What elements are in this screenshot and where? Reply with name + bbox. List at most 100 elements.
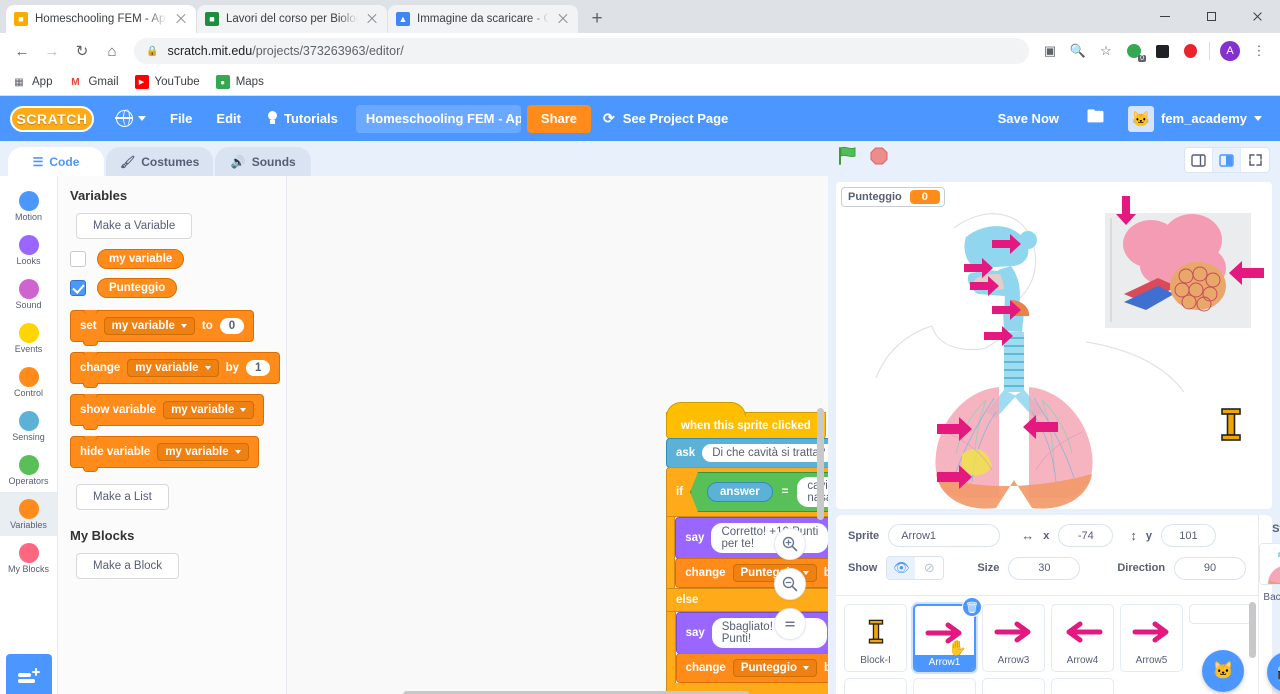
bookmark-gmail[interactable]: M Gmail — [68, 75, 118, 89]
back-button[interactable]: ← — [8, 37, 36, 65]
account-menu[interactable]: 🐱 fem_academy — [1120, 105, 1270, 132]
menu-edit[interactable]: Edit — [204, 96, 253, 141]
eye-icon[interactable]: 👁 — [887, 557, 916, 579]
variable-pill[interactable]: my variable — [97, 249, 185, 269]
make-a-list-button[interactable]: Make a List — [76, 484, 169, 510]
if-header[interactable]: if answer = cavità nasale then — [666, 467, 828, 517]
direction-input[interactable]: 90 — [1174, 556, 1247, 580]
canvas-vertical-scrollbar[interactable] — [817, 408, 824, 520]
sprite-list[interactable]: Block-I 🗑 Arrow1 ✋ Arrow3 Arrow4 Arrow5 … — [836, 596, 1258, 694]
forward-button[interactable]: → — [38, 37, 66, 65]
variable-dropdown[interactable]: Punteggio — [732, 659, 818, 677]
close-window-button[interactable] — [1234, 0, 1280, 33]
menu-tutorials[interactable]: Tutorials — [253, 96, 350, 141]
category-control[interactable]: Control — [0, 360, 57, 404]
kebab-menu-icon[interactable]: ⋮ — [1246, 38, 1272, 64]
browser-tab-3[interactable]: ▲ Immagine da scaricare - Google — [388, 5, 578, 33]
maximize-button[interactable] — [1188, 0, 1234, 33]
value-input[interactable]: 0 — [219, 318, 245, 334]
add-backdrop-icon[interactable]: 📷 — [1267, 652, 1280, 692]
block-palette[interactable]: Variables Make a Variable my variable Pu… — [58, 176, 287, 694]
y-input[interactable]: 101 — [1160, 524, 1216, 547]
category-variables[interactable]: Variables — [0, 492, 57, 536]
eye-slash-icon[interactable]: ⊘ — [915, 557, 943, 579]
zoom-icon[interactable]: 🔍 — [1065, 38, 1091, 64]
category-looks[interactable]: Looks — [0, 228, 57, 272]
extension-puzzle-icon[interactable] — [1149, 38, 1175, 64]
value-input[interactable]: 1 — [245, 360, 271, 376]
x-input[interactable]: -74 — [1058, 524, 1114, 547]
folder-icon[interactable]: 🖿 — [1075, 96, 1116, 141]
reporter-answer[interactable]: answer — [707, 482, 773, 502]
translate-icon[interactable]: ▣ — [1037, 38, 1063, 64]
variable-checkbox[interactable] — [70, 251, 86, 267]
sprite-name-input[interactable]: Arrow1 — [888, 524, 1001, 547]
category-my-blocks[interactable]: My Blocks — [0, 536, 57, 580]
zoom-in-icon[interactable] — [774, 528, 806, 560]
ask-prompt-input[interactable]: Di che cavità si tratta? — [702, 444, 828, 462]
variable-dropdown[interactable]: my variable — [163, 401, 255, 419]
language-selector[interactable] — [104, 96, 158, 141]
browser-tab-1[interactable]: ■ Homeschooling FEM - Apparato — [6, 5, 196, 33]
size-input[interactable]: 30 — [1008, 556, 1081, 580]
new-tab-button[interactable]: + — [583, 5, 611, 33]
trash-icon[interactable]: 🗑 — [962, 597, 982, 617]
save-now-button[interactable]: Save Now — [986, 111, 1071, 126]
sprite-tile-arrow5[interactable]: Arrow5 — [1120, 604, 1183, 672]
close-icon[interactable] — [174, 12, 188, 26]
sprite-tile-row2-2[interactable] — [844, 678, 907, 694]
tab-sounds[interactable]: 🔊 Sounds — [215, 147, 312, 176]
code-canvas[interactable]: when this sprite clicked ask Di che cavi… — [287, 176, 828, 694]
green-flag-icon[interactable] — [838, 146, 858, 168]
menu-file[interactable]: File — [158, 96, 204, 141]
opera-icon[interactable] — [1177, 38, 1203, 64]
stage[interactable]: Punteggio 0 — [836, 182, 1272, 509]
stage-thumbnail[interactable] — [1259, 543, 1280, 585]
sprite-tile-row2-3[interactable] — [913, 678, 976, 694]
make-a-variable-button[interactable]: Make a Variable — [76, 213, 193, 239]
category-motion[interactable]: Motion — [0, 184, 57, 228]
bookmark-youtube[interactable]: ▶ YouTube — [134, 75, 200, 89]
close-icon[interactable] — [556, 12, 570, 26]
zoom-reset-icon[interactable] — [774, 608, 806, 640]
sprite-list-scrollbar[interactable] — [1249, 602, 1257, 658]
share-button[interactable]: Share — [526, 104, 592, 133]
scratch-logo[interactable]: SCRATCH — [10, 105, 94, 132]
sprite-tile-block-i[interactable]: Block-I — [844, 604, 907, 672]
avatar[interactable]: A — [1220, 41, 1240, 61]
variable-row-my-variable[interactable]: my variable — [70, 249, 286, 269]
fullscreen-icon[interactable] — [1241, 148, 1269, 172]
palette-block-change-variable[interactable]: change my variable by 1 — [70, 352, 281, 388]
variable-checkbox[interactable] — [70, 280, 86, 296]
variable-dropdown[interactable]: my variable — [103, 317, 195, 335]
script-stack[interactable]: when this sprite clicked ask Di che cavi… — [666, 402, 828, 694]
bookmark-maps[interactable]: ● Maps — [215, 75, 264, 89]
block-equals-operator[interactable]: answer = cavità nasale — [690, 472, 828, 512]
zoom-out-icon[interactable] — [774, 568, 806, 600]
block-ask-and-wait[interactable]: ask Di che cavità si tratta? and wait — [666, 438, 828, 468]
close-icon[interactable] — [365, 12, 379, 26]
stage-pane[interactable]: Stage Backdrops 2 � — [1258, 515, 1280, 694]
add-extension-icon[interactable] — [6, 654, 52, 694]
small-stage-icon[interactable] — [1185, 148, 1213, 172]
block-change-punteggio-minus[interactable]: change Punteggio by -10 — [675, 653, 828, 683]
variable-row-punteggio[interactable]: Punteggio — [70, 278, 286, 298]
reload-button[interactable]: ↻ — [68, 37, 96, 65]
minimize-button[interactable] — [1142, 0, 1188, 33]
sprite-tile-arrow4[interactable]: Arrow4 — [1051, 604, 1114, 672]
extension-green-icon[interactable]: 0 — [1121, 38, 1147, 64]
stop-sign-icon[interactable] — [870, 147, 888, 168]
bookmark-app[interactable]: ▦ App — [12, 75, 52, 89]
large-stage-icon[interactable] — [1213, 148, 1241, 172]
sprite-tile-arrow1[interactable]: 🗑 Arrow1 ✋ — [913, 597, 982, 672]
say-message-input[interactable]: Corretto! +10 Punti per te! — [711, 523, 828, 553]
variable-dropdown[interactable]: my variable — [127, 359, 219, 377]
home-button[interactable]: ⌂ — [98, 37, 126, 65]
project-title-input[interactable]: Homeschooling FEM - Ap... — [355, 104, 521, 133]
sprite-tile-row2-5[interactable] — [1051, 678, 1114, 694]
category-operators[interactable]: Operators — [0, 448, 57, 492]
bookmark-star-icon[interactable]: ☆ — [1093, 38, 1119, 64]
block-when-this-sprite-clicked[interactable]: when this sprite clicked — [666, 402, 826, 439]
sprite-tile-row2-1[interactable] — [1189, 604, 1252, 624]
say-message-input[interactable]: Sbagliato! - 10 Punti! — [711, 618, 828, 648]
